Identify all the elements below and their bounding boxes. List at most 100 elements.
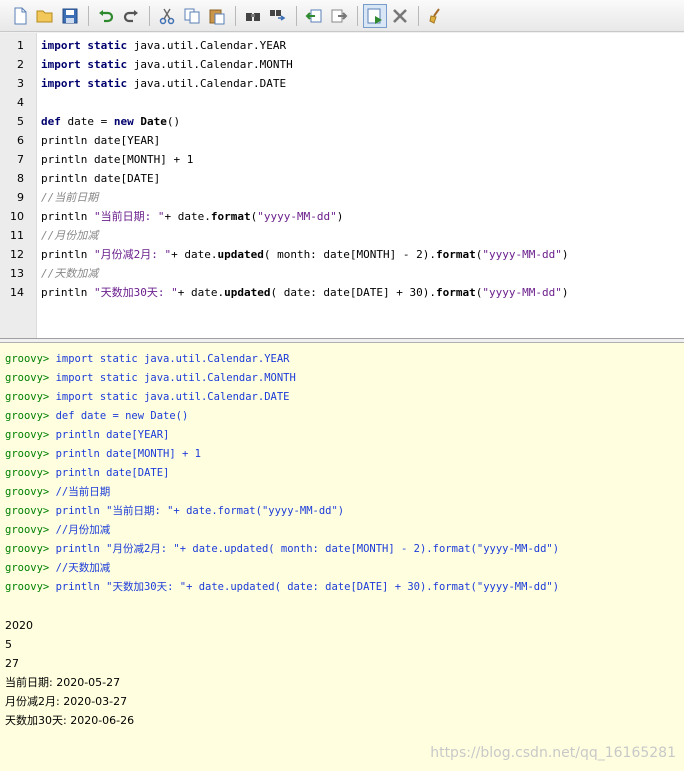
replace-icon[interactable] xyxy=(266,4,290,28)
console-output-line: 月份减2月: 2020-03-27 xyxy=(5,695,128,708)
code-text: //天数加减 xyxy=(41,267,99,280)
code-line: 2 import static java.util.Calendar.MONTH xyxy=(0,55,684,74)
console-output-line: 天数加30天: 2020-06-26 xyxy=(5,714,135,727)
undo-icon[interactable] xyxy=(94,4,118,28)
console-output-line: 2020 xyxy=(5,619,33,632)
code-text: println "当前日期: "+ date.format("yyyy-MM-d… xyxy=(41,210,344,223)
code-text: import static java.util.Calendar.MONTH xyxy=(41,58,293,71)
code-line: 13 //天数加减 xyxy=(0,264,684,283)
console-command-line: groovy> import static java.util.Calendar… xyxy=(0,369,684,388)
code-line: 14 println "天数加30天: "+ date.updated( date… xyxy=(0,283,684,302)
code-line: 11 //月份加减 xyxy=(0,226,684,245)
editor-code[interactable]: 1 import static java.util.Calendar.YEAR 2 i… xyxy=(0,36,684,302)
paste-icon[interactable] xyxy=(205,4,229,28)
toolbar-separator xyxy=(235,5,236,26)
console-command-text: import static java.util.Calendar.MONTH xyxy=(55,372,296,384)
line-number: 3 xyxy=(17,77,24,90)
line-number: 1 xyxy=(17,39,24,52)
console-command-text: //月份加减 xyxy=(55,524,111,536)
code-text: import static java.util.Calendar.DATE xyxy=(41,77,287,90)
console-command-text: println date[MONTH] + 1 xyxy=(55,448,201,460)
console-command-text: import static java.util.Calendar.DATE xyxy=(55,391,290,403)
line-number: 7 xyxy=(17,153,24,166)
watermark: https://blog.csdn.net/qq_16165281 xyxy=(430,745,676,761)
console-prompt: groovy> xyxy=(5,429,56,441)
console-command-line: groovy> println "天数加30天: "+ date.updated… xyxy=(0,578,684,597)
code-line: 12 println "月份减2月: "+ date.updated( month… xyxy=(0,245,684,264)
interrupt-icon[interactable] xyxy=(388,4,412,28)
cut-icon[interactable] xyxy=(155,4,179,28)
code-line: 7 println date[MONTH] + 1 xyxy=(0,150,684,169)
code-text: println date[MONTH] + 1 xyxy=(41,153,194,166)
code-text: //当前日期 xyxy=(41,191,99,204)
run-script-icon[interactable] xyxy=(363,3,387,28)
console-command-text: println "月份减2月: "+ date.updated( month: … xyxy=(55,543,560,555)
code-text: import static java.util.Calendar.YEAR xyxy=(41,39,287,52)
console-prompt: groovy> xyxy=(5,562,56,574)
console-command-text: println date[DATE] xyxy=(55,467,170,479)
console-prompt: groovy> xyxy=(5,391,56,403)
console-prompt: groovy> xyxy=(5,524,56,536)
console-command-text: println "当前日期: "+ date.format("yyyy-MM-d… xyxy=(55,505,345,517)
console-command-line: groovy> println "月份减2月: "+ date.updated(… xyxy=(0,540,684,559)
save-icon[interactable] xyxy=(58,4,82,28)
console-prompt: groovy> xyxy=(5,353,56,365)
code-line: 5 def date = new Date() xyxy=(0,112,684,131)
console-output-line: 当前日期: 2020-05-27 xyxy=(5,676,121,689)
console-prompt: groovy> xyxy=(5,467,56,479)
console-prompt: groovy> xyxy=(5,410,56,422)
line-number: 13 xyxy=(10,267,24,280)
code-line: 1 import static java.util.Calendar.YEAR xyxy=(0,36,684,55)
code-line: 6 println date[YEAR] xyxy=(0,131,684,150)
console-command-text: println date[YEAR] xyxy=(55,429,170,441)
console-prompt: groovy> xyxy=(5,543,56,555)
line-number: 11 xyxy=(10,229,24,242)
code-line: 10 println "当前日期: "+ date.format("yyyy-MM… xyxy=(0,207,684,226)
console-prompt: groovy> xyxy=(5,505,56,517)
console-prompt: groovy> xyxy=(5,486,56,498)
console-output-line: 5 xyxy=(5,638,12,651)
toolbar-separator xyxy=(149,5,150,26)
code-text: println date[DATE] xyxy=(41,172,161,185)
console-command-line: groovy> println "当前日期: "+ date.format("y… xyxy=(0,502,684,521)
code-text: println "月份减2月: "+ date.updated( month: … xyxy=(41,248,569,261)
history-forward-icon[interactable] xyxy=(327,4,351,28)
console-output-line: 27 xyxy=(5,657,19,670)
console-prompt: groovy> xyxy=(5,448,56,460)
console-command-text: //当前日期 xyxy=(55,486,111,498)
code-line: 8 println date[DATE] xyxy=(0,169,684,188)
console-command-text: import static java.util.Calendar.YEAR xyxy=(55,353,290,365)
code-text: //月份加减 xyxy=(41,229,99,242)
copy-icon[interactable] xyxy=(180,4,204,28)
console-command-line: groovy> println date[YEAR] xyxy=(0,426,684,445)
line-number: 5 xyxy=(17,115,24,128)
open-folder-icon[interactable] xyxy=(33,4,57,28)
line-number: 10 xyxy=(10,210,24,223)
script-editor[interactable]: 1 import static java.util.Calendar.YEAR 2 i… xyxy=(0,33,684,339)
console-command-line: groovy> //当前日期 xyxy=(0,483,684,502)
output-console[interactable]: groovy> import static java.util.Calendar… xyxy=(0,342,684,771)
toolbar xyxy=(0,0,684,32)
find-icon[interactable] xyxy=(241,4,265,28)
clear-output-icon[interactable] xyxy=(424,4,448,28)
console-prompt: groovy> xyxy=(5,581,56,593)
code-text: println date[YEAR] xyxy=(41,134,161,147)
history-back-icon[interactable] xyxy=(302,4,326,28)
console-command-line: groovy> //月份加减 xyxy=(0,521,684,540)
toolbar-separator xyxy=(418,5,419,26)
console-command-text: println "天数加30天: "+ date.updated( date: … xyxy=(55,581,560,593)
redo-icon[interactable] xyxy=(119,4,143,28)
code-text: def date = new Date() xyxy=(41,115,181,128)
line-number: 14 xyxy=(10,286,24,299)
toolbar-separator xyxy=(296,5,297,26)
toolbar-separator xyxy=(357,5,358,26)
console-command-text: def date = new Date() xyxy=(55,410,189,422)
console-command-text: //天数加减 xyxy=(55,562,111,574)
line-number: 12 xyxy=(10,248,24,261)
console-command-line: groovy> def date = new Date() xyxy=(0,407,684,426)
line-number: 8 xyxy=(17,172,24,185)
line-number: 6 xyxy=(17,134,24,147)
line-number: 2 xyxy=(17,58,24,71)
console-prompt: groovy> xyxy=(5,372,56,384)
new-file-icon[interactable] xyxy=(8,4,32,28)
